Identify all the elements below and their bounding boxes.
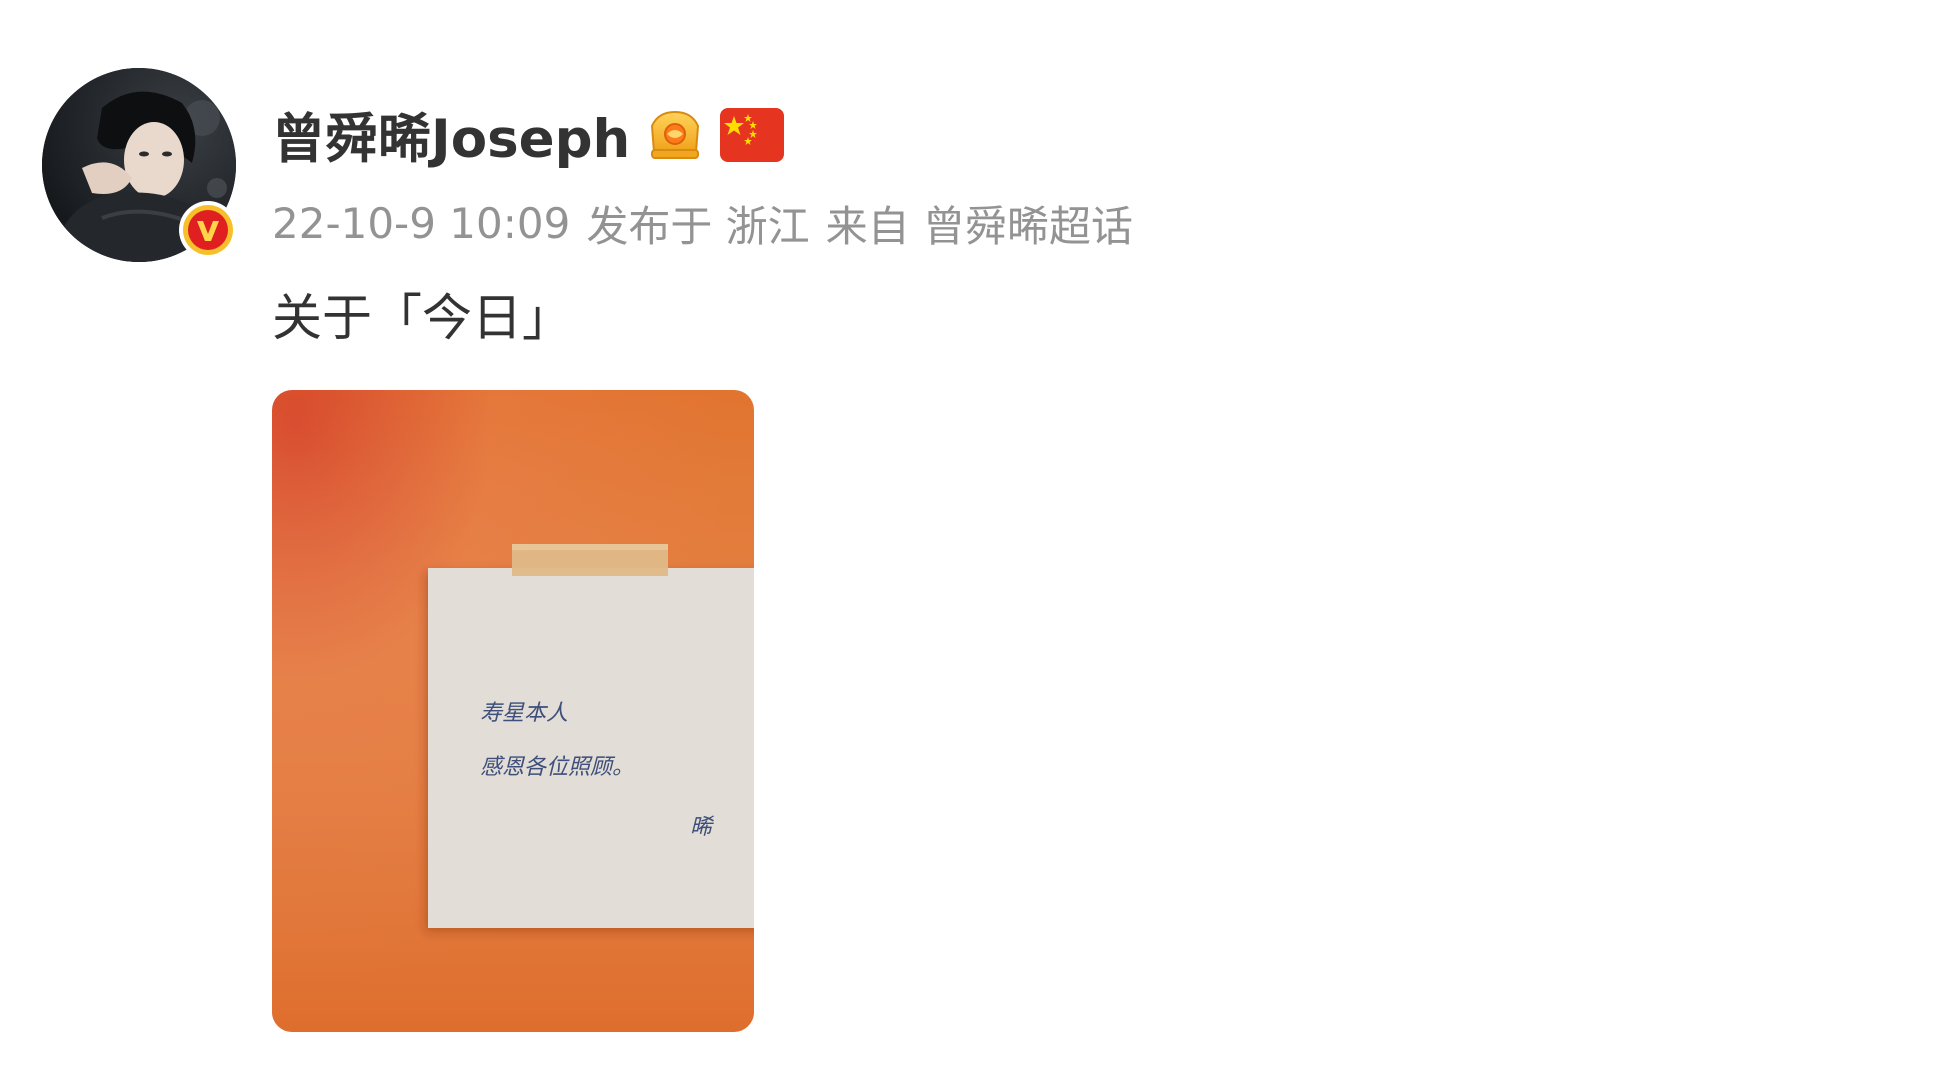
post-location: 发布于 浙江	[586, 201, 810, 251]
author-row: 曾舜晞Joseph	[272, 95, 785, 175]
note-line-1: 寿星本人	[480, 701, 568, 726]
note-line-2: 感恩各位照顾。	[480, 755, 634, 780]
note-signature: 晞	[690, 815, 715, 840]
china-flag-icon	[720, 108, 785, 162]
avatar[interactable]	[42, 68, 237, 262]
post-text: 关于「今日」	[272, 289, 572, 347]
verified-badge-icon	[179, 201, 237, 259]
author-name[interactable]: 曾舜晞Joseph	[272, 97, 630, 173]
crown-icon[interactable]	[644, 104, 706, 166]
note-paper	[428, 568, 754, 928]
post-source[interactable]: 来自 曾舜晞超话	[826, 193, 1133, 254]
post-time[interactable]: 22-10-9 10:09	[272, 199, 570, 248]
post-meta: 22-10-9 10:09 发布于 浙江 来自 曾舜晞超话	[272, 195, 1149, 251]
post-image[interactable]: 寿星本人 感恩各位照顾。 晞	[272, 390, 754, 1032]
